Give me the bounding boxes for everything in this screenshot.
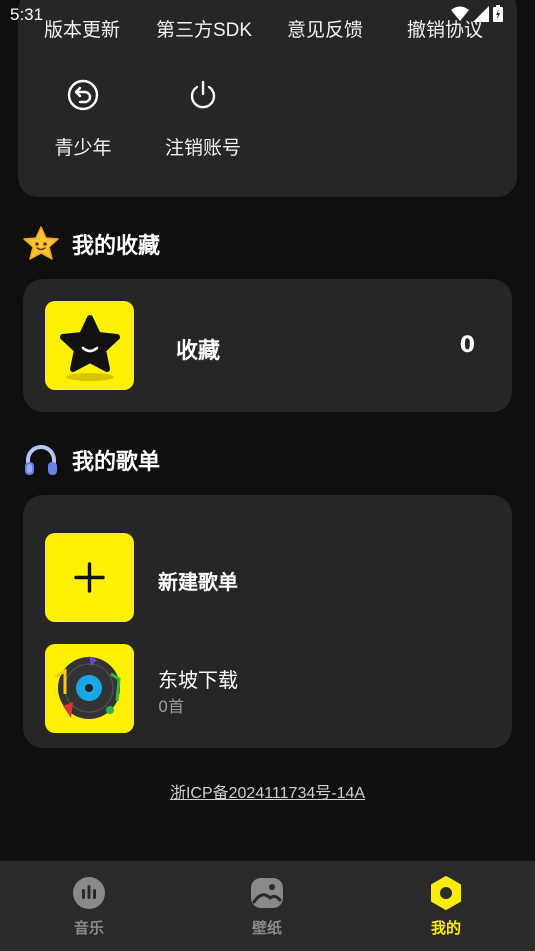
youth-mode-label: 青少年	[54, 138, 112, 159]
nav-profile[interactable]: 我的	[386, 861, 506, 951]
nav-music[interactable]: 音乐	[29, 861, 149, 951]
undo-circle-icon	[67, 79, 99, 111]
status-icons	[451, 5, 503, 22]
favorites-card[interactable]: 收藏 0	[23, 279, 512, 412]
playlists-header: 我的歌单	[22, 440, 160, 480]
wallpaper-icon	[251, 878, 283, 908]
playlist-name: 东坡下载	[158, 668, 238, 692]
bottom-nav: 音乐 壁纸 我的	[0, 861, 535, 951]
battery-icon	[493, 5, 503, 22]
favorites-label: 收藏	[176, 339, 221, 364]
vinyl-record-icon	[54, 656, 121, 719]
playlists-card: 新建歌单 东坡下载 0首	[23, 495, 512, 748]
delete-account-button[interactable]: 注销账号	[153, 75, 253, 165]
favorites-header: 我的收藏	[22, 224, 160, 264]
favorites-title: 我的收藏	[72, 234, 161, 259]
signal-icon	[473, 5, 489, 22]
wifi-icon	[451, 6, 469, 21]
favorites-thumbnail	[45, 301, 134, 390]
new-playlist-thumbnail	[45, 533, 134, 622]
playlists-title: 我的歌单	[72, 450, 161, 475]
star-emoji-icon	[23, 226, 59, 260]
nav-wallpaper[interactable]: 壁纸	[207, 861, 327, 951]
playlist-song-count: 0首	[158, 697, 185, 716]
icp-license-link[interactable]: 浙ICP备2024111734号-14A	[0, 779, 535, 803]
status-time: 5:31	[10, 5, 44, 24]
favorites-count: 0	[459, 333, 475, 358]
delete-account-label: 注销账号	[164, 138, 241, 159]
new-playlist-label: 新建歌单	[158, 570, 238, 594]
playlist-cover	[45, 644, 134, 733]
music-icon	[73, 877, 105, 909]
new-playlist-row[interactable]: 新建歌单	[23, 515, 512, 622]
nav-profile-label: 我的	[430, 919, 461, 937]
plus-icon	[74, 562, 105, 593]
youth-mode-button[interactable]: 青少年	[33, 75, 133, 165]
status-bar: 5:31	[0, 0, 535, 30]
power-icon	[190, 80, 216, 109]
profile-icon	[431, 876, 461, 910]
nav-wallpaper-label: 壁纸	[251, 919, 282, 937]
nav-music-label: 音乐	[73, 919, 104, 937]
playlist-item[interactable]: 东坡下载 0首	[23, 626, 512, 733]
star-face-icon	[60, 315, 120, 381]
headphones-icon	[25, 445, 57, 475]
